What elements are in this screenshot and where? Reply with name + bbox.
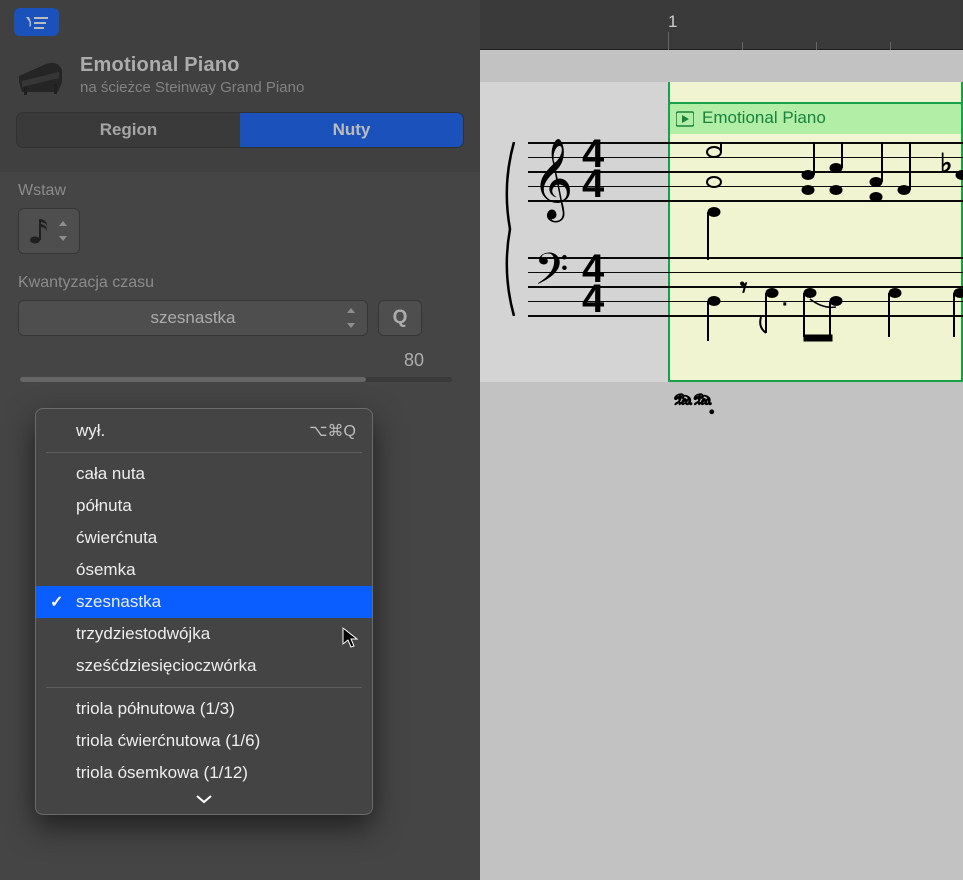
empty-score-area (480, 434, 963, 880)
bass-staff: 𝄢 44 𝄾 . (528, 257, 963, 317)
insert-label: Wstaw (18, 182, 462, 200)
shortcut-label: ⌥⌘Q (309, 421, 356, 441)
menu-item-half[interactable]: półnuta (36, 490, 372, 522)
bass-notes: 𝄾 . (690, 257, 963, 347)
insert-note-value[interactable] (18, 208, 80, 254)
svg-text:♭: ♭ (940, 148, 952, 178)
svg-text:𝄾: 𝄾 (740, 272, 747, 303)
filter-button[interactable] (14, 8, 59, 36)
quantize-select[interactable]: szesnastka (18, 300, 368, 336)
stepper-icon (345, 308, 357, 328)
strength-value: 80 (404, 350, 424, 371)
menu-item-triplet-quarter[interactable]: triola ćwierćnutowa (1/6) (36, 725, 372, 757)
check-icon: ✓ (50, 592, 63, 612)
score-editor[interactable]: Emotional Piano 𝄞 44 (480, 50, 963, 880)
svg-text:.: . (782, 288, 788, 310)
grand-staff-brace (500, 142, 520, 316)
menu-item-thirtysecond[interactable]: trzydziestodwójka (36, 618, 372, 650)
segment-notes[interactable]: Nuty (240, 113, 463, 147)
segmented-control: Region Nuty (16, 112, 464, 148)
treble-notes: ♭ (690, 142, 963, 262)
stepper-icon (57, 221, 69, 241)
menu-item-triplet-eighth[interactable]: triola ósemkowa (1/12) (36, 757, 372, 789)
menu-item-off[interactable]: wył. ⌥⌘Q (36, 415, 372, 447)
menu-item-sixteenth[interactable]: ✓szesnastka (36, 586, 372, 618)
pedal-mark: 𝆮𝆮. (670, 388, 717, 422)
menu-separator (46, 452, 362, 453)
quantize-label: Kwantyzacja czasu (18, 274, 462, 292)
menu-more-indicator[interactable] (36, 789, 372, 808)
region-subtitle: na ścieżce Steinway Grand Piano (80, 79, 304, 96)
timeline-ruler[interactable]: 1 (480, 0, 963, 50)
quantize-menu: wył. ⌥⌘Q cała nuta półnuta ćwierćnuta ós… (35, 408, 373, 815)
menu-item-eighth[interactable]: ósemka (36, 554, 372, 586)
strength-slider[interactable] (20, 377, 452, 382)
treble-staff: 𝄞 44 (528, 142, 963, 202)
piano-icon (16, 54, 66, 96)
menu-item-sixtyfourth[interactable]: sześćdziesięcioczwórka (36, 650, 372, 682)
quantize-now-button[interactable]: Q (378, 300, 422, 336)
segment-region[interactable]: Region (17, 113, 240, 147)
menu-separator (46, 687, 362, 688)
play-icon (676, 110, 694, 128)
cursor-icon (340, 626, 362, 648)
sixteenth-note-icon (29, 217, 49, 245)
menu-item-whole[interactable]: cała nuta (36, 458, 372, 490)
menu-item-quarter[interactable]: ćwierćnuta (36, 522, 372, 554)
bar-number: 1 (668, 12, 677, 32)
menu-item-triplet-half[interactable]: triola półnutowa (1/3) (36, 693, 372, 725)
time-signature: 44 (582, 139, 604, 199)
time-signature: 44 (582, 254, 604, 314)
region-header[interactable]: Emotional Piano (668, 102, 963, 134)
region-title: Emotional Piano (80, 54, 304, 77)
